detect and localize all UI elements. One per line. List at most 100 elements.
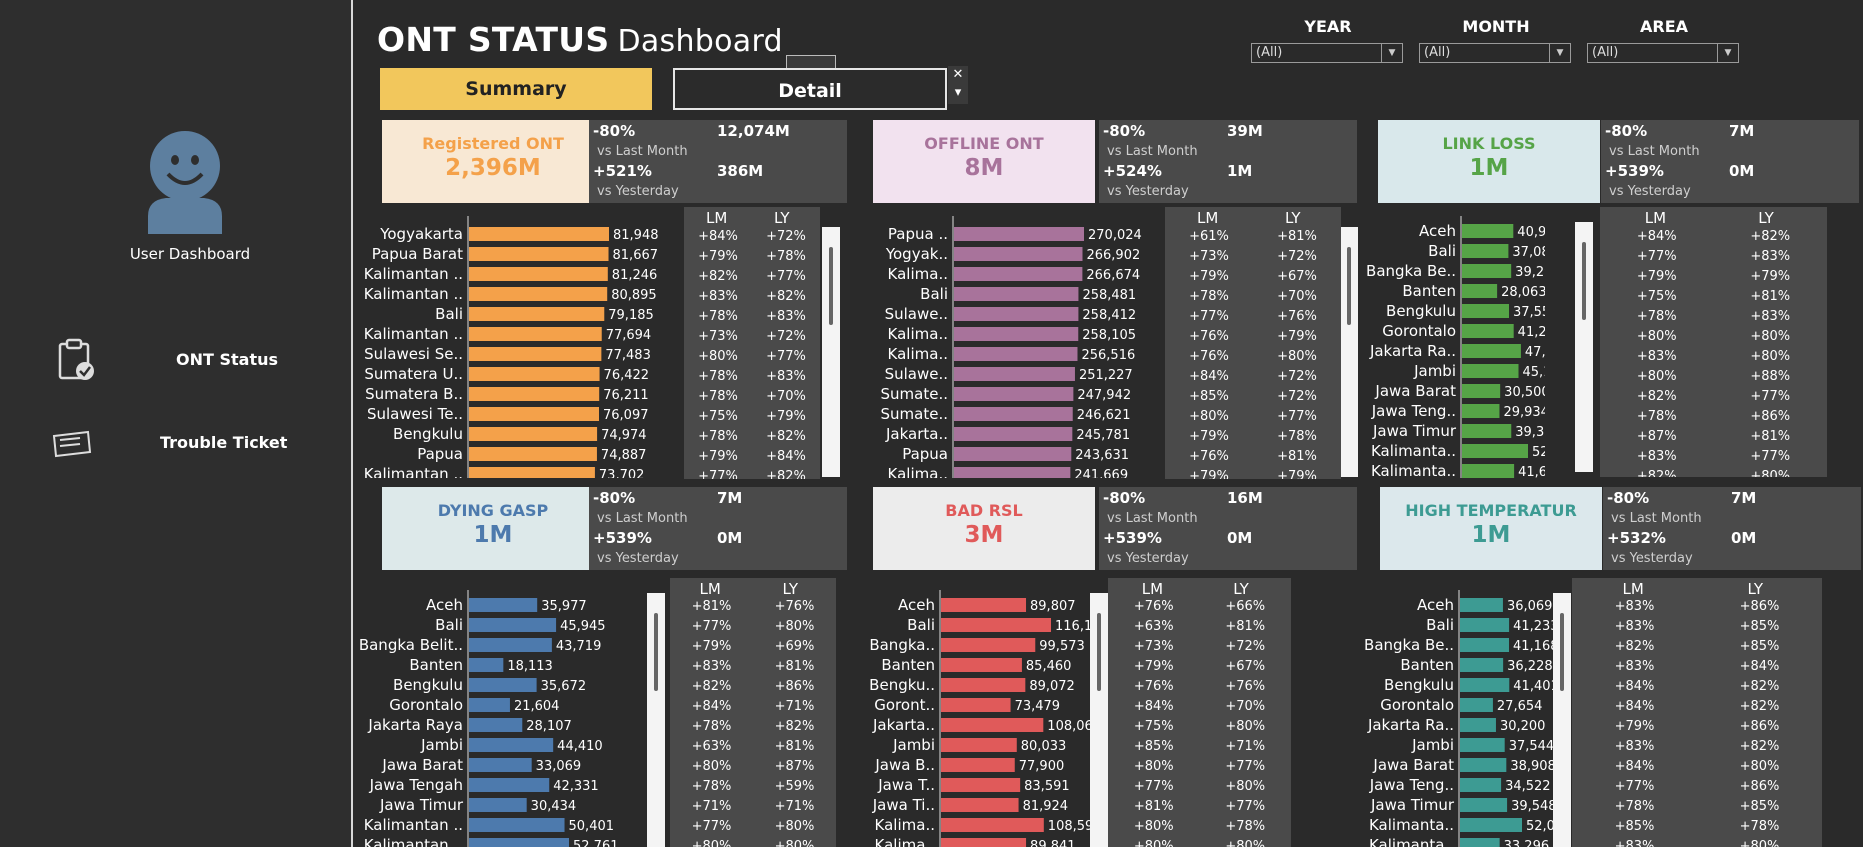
bar[interactable] — [954, 387, 1074, 401]
badrsl-scrollbar[interactable] — [1090, 593, 1108, 847]
bar[interactable] — [469, 447, 597, 461]
bar[interactable] — [469, 427, 598, 441]
hightemp-scrollbar-thumb[interactable] — [1560, 613, 1564, 691]
bar[interactable] — [1462, 384, 1501, 398]
linkloss-scrollbar[interactable] — [1575, 222, 1593, 472]
hightemp-kpi-card[interactable]: HIGH TEMPERATUR 1M — [1380, 487, 1602, 570]
filter-year-select[interactable]: (All) ▼ — [1251, 43, 1403, 63]
bar[interactable] — [1460, 698, 1493, 712]
bar[interactable] — [469, 307, 605, 321]
bar[interactable] — [469, 247, 609, 261]
bar[interactable] — [1460, 818, 1522, 832]
badrsl-scrollbar-thumb[interactable] — [1097, 613, 1101, 691]
dying-kpi-card[interactable]: DYING GASP 1M — [382, 487, 604, 570]
filter-month-select[interactable]: (All) ▼ — [1419, 43, 1571, 63]
bar[interactable] — [1462, 364, 1519, 378]
linkloss-scrollbar-thumb[interactable] — [1582, 242, 1586, 320]
bar[interactable] — [1460, 778, 1502, 792]
bar[interactable] — [469, 267, 608, 281]
bar[interactable] — [469, 738, 554, 752]
bar[interactable] — [1460, 798, 1508, 812]
bar[interactable] — [941, 658, 1022, 672]
registered-scrollbar[interactable] — [822, 227, 840, 477]
bar[interactable] — [1460, 678, 1510, 692]
bar[interactable] — [469, 698, 510, 712]
dying-scrollbar-thumb[interactable] — [654, 613, 658, 691]
bar[interactable] — [954, 447, 1072, 461]
bar[interactable] — [469, 387, 600, 401]
ticket-icon[interactable] — [50, 430, 92, 460]
bar[interactable] — [1460, 758, 1507, 772]
filter-area-select[interactable]: (All) ▼ — [1587, 43, 1739, 63]
bar[interactable] — [941, 718, 1044, 732]
bar[interactable] — [954, 347, 1078, 361]
bar[interactable] — [1460, 838, 1500, 847]
bar[interactable] — [1460, 598, 1503, 612]
sidebar-item-ont-status[interactable]: ONT Status — [176, 350, 278, 369]
registered-scrollbar-thumb[interactable] — [829, 247, 833, 325]
bar[interactable] — [469, 658, 504, 672]
clipboard-check-icon[interactable] — [56, 338, 98, 382]
bar[interactable] — [469, 618, 557, 632]
bar[interactable] — [941, 758, 1015, 772]
bar[interactable] — [469, 467, 595, 478]
offline-kpi-card[interactable]: OFFLINE ONT 8M — [873, 120, 1095, 203]
badrsl-kpi-card[interactable]: BAD RSL 3M — [873, 487, 1095, 570]
bar[interactable] — [941, 698, 1011, 712]
bar[interactable] — [469, 347, 602, 361]
chevron-down-icon[interactable]: ▼ — [1549, 44, 1570, 62]
bar[interactable] — [954, 467, 1071, 478]
chevron-down-icon[interactable]: ▼ — [1381, 44, 1402, 62]
bar[interactable] — [1462, 424, 1512, 438]
bar[interactable] — [1460, 658, 1504, 672]
bar[interactable] — [954, 427, 1073, 441]
bar[interactable] — [469, 798, 527, 812]
bar[interactable] — [941, 798, 1019, 812]
bar[interactable] — [469, 758, 532, 772]
bar[interactable] — [1462, 344, 1521, 358]
sidebar-item-trouble-ticket[interactable]: Trouble Ticket — [160, 433, 287, 452]
chevron-down-icon[interactable]: ▾ — [948, 84, 968, 102]
close-panel-button[interactable]: ✕ ▾ — [948, 66, 968, 104]
summary-button[interactable]: Summary — [380, 68, 652, 110]
bar[interactable] — [941, 738, 1017, 752]
linkloss-kpi-card[interactable]: LINK LOSS 1M — [1378, 120, 1600, 203]
bar[interactable] — [469, 327, 602, 341]
bar[interactable] — [469, 598, 538, 612]
bar[interactable] — [954, 367, 1075, 381]
drag-handle[interactable] — [786, 55, 836, 69]
bar[interactable] — [1462, 224, 1514, 238]
bar[interactable] — [469, 778, 550, 792]
bar[interactable] — [1460, 638, 1510, 652]
bar[interactable] — [469, 678, 537, 692]
bar[interactable] — [941, 838, 1027, 847]
bar[interactable] — [954, 407, 1073, 421]
bar[interactable] — [954, 327, 1079, 341]
chevron-down-icon[interactable]: ▼ — [1717, 44, 1738, 62]
bar[interactable] — [469, 818, 565, 832]
bar[interactable] — [469, 287, 608, 301]
bar[interactable] — [1462, 404, 1500, 418]
hightemp-scrollbar[interactable] — [1553, 593, 1571, 847]
bar[interactable] — [954, 267, 1083, 281]
bar[interactable] — [941, 778, 1021, 792]
bar[interactable] — [941, 618, 1051, 632]
bar[interactable] — [1462, 324, 1514, 338]
bar[interactable] — [469, 638, 552, 652]
bar[interactable] — [1460, 738, 1505, 752]
bar[interactable] — [954, 307, 1079, 321]
bar[interactable] — [954, 247, 1083, 261]
bar[interactable] — [469, 718, 523, 732]
detail-button[interactable]: Detail — [673, 68, 947, 110]
bar[interactable] — [1462, 264, 1512, 278]
bar[interactable] — [941, 678, 1026, 692]
close-icon[interactable]: ✕ — [948, 66, 968, 84]
bar[interactable] — [941, 818, 1044, 832]
bar[interactable] — [941, 598, 1027, 612]
bar[interactable] — [941, 638, 1036, 652]
bar[interactable] — [469, 407, 600, 421]
bar[interactable] — [1462, 284, 1498, 298]
registered-kpi-card[interactable]: Registered ONT 2,396M — [382, 120, 604, 203]
bar[interactable] — [954, 287, 1079, 301]
bar[interactable] — [1460, 718, 1496, 732]
